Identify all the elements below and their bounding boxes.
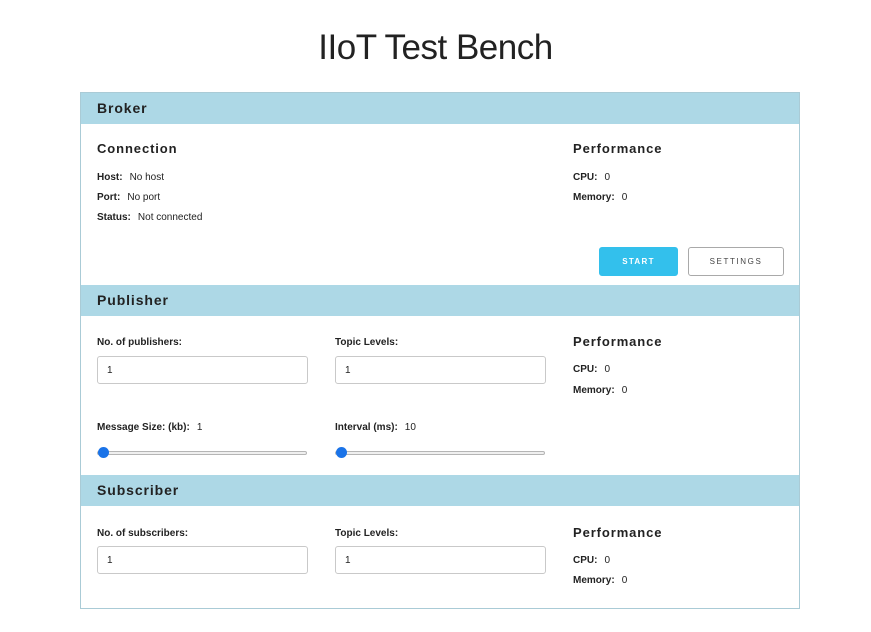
test-bench-panel: Broker Connection Host: No host Port: No p…	[80, 92, 800, 609]
subscriber-cpu-value: 0	[604, 555, 611, 566]
port-value: No port	[127, 192, 161, 203]
interval-label-row: Interval (ms): 10	[335, 422, 416, 433]
subscriber-memory-row: Memory: 0	[573, 575, 627, 586]
port-row: Port: No port	[97, 192, 160, 203]
subscriber-topic-input[interactable]	[335, 546, 546, 574]
host-row: Host: No host	[97, 172, 164, 183]
host-label: Host:	[97, 172, 123, 183]
broker-memory-row: Memory: 0	[573, 192, 627, 203]
publisher-memory-value: 0	[621, 385, 628, 396]
message-size-slider[interactable]	[97, 447, 307, 459]
subscriber-count-label: No. of subscribers:	[97, 528, 189, 539]
publisher-count-input[interactable]	[97, 356, 308, 384]
publisher-cpu-value: 0	[604, 364, 611, 375]
publisher-cpu-row: CPU: 0	[573, 364, 610, 375]
publisher-performance-heading: Performance	[573, 334, 663, 349]
subscriber-cpu-label: CPU:	[573, 555, 598, 566]
status-value: Not connected	[137, 212, 203, 223]
interval-slider[interactable]	[335, 447, 545, 459]
message-size-label: Message Size: (kb):	[97, 422, 190, 433]
subscriber-performance-heading: Performance	[573, 525, 663, 540]
broker-memory-value: 0	[621, 192, 628, 203]
status-row: Status: Not connected	[97, 212, 202, 223]
broker-heading: Broker	[97, 100, 148, 116]
broker-cpu-label: CPU:	[573, 172, 598, 183]
broker-performance-heading: Performance	[573, 141, 663, 156]
status-label: Status:	[97, 212, 131, 223]
interval-value: 10	[404, 422, 416, 433]
subscriber-memory-value: 0	[621, 575, 628, 586]
publisher-cpu-label: CPU:	[573, 364, 598, 375]
message-size-value: 1	[196, 422, 203, 433]
host-value: No host	[129, 172, 165, 183]
publisher-topic-input[interactable]	[335, 356, 546, 384]
broker-cpu-row: CPU: 0	[573, 172, 610, 183]
subscriber-topic-label: Topic Levels:	[335, 528, 399, 539]
port-label: Port:	[97, 192, 121, 203]
broker-header: Broker	[81, 93, 799, 124]
publisher-memory-row: Memory: 0	[573, 385, 627, 396]
message-size-slider-thumb[interactable]	[98, 447, 109, 458]
publisher-heading: Publisher	[97, 292, 169, 308]
subscriber-header: Subscriber	[81, 475, 799, 506]
broker-memory-label: Memory:	[573, 192, 615, 203]
interval-slider-thumb[interactable]	[336, 447, 347, 458]
settings-button[interactable]: SETTINGS	[688, 247, 784, 276]
publisher-memory-label: Memory:	[573, 385, 615, 396]
message-size-slider-track[interactable]	[97, 451, 307, 455]
broker-cpu-value: 0	[604, 172, 611, 183]
subscriber-memory-label: Memory:	[573, 575, 615, 586]
page-title: IIoT Test Bench	[318, 28, 553, 67]
subscriber-cpu-row: CPU: 0	[573, 555, 610, 566]
connection-heading: Connection	[97, 141, 178, 156]
subscriber-count-input[interactable]	[97, 546, 308, 574]
publisher-header: Publisher	[81, 285, 799, 316]
interval-slider-track[interactable]	[335, 451, 545, 455]
subscriber-heading: Subscriber	[97, 482, 180, 498]
interval-label: Interval (ms):	[335, 422, 398, 433]
publisher-topic-label: Topic Levels:	[335, 337, 399, 348]
start-button[interactable]: START	[599, 247, 678, 276]
publisher-count-label: No. of publishers:	[97, 337, 182, 348]
message-size-label-row: Message Size: (kb): 1	[97, 422, 202, 433]
